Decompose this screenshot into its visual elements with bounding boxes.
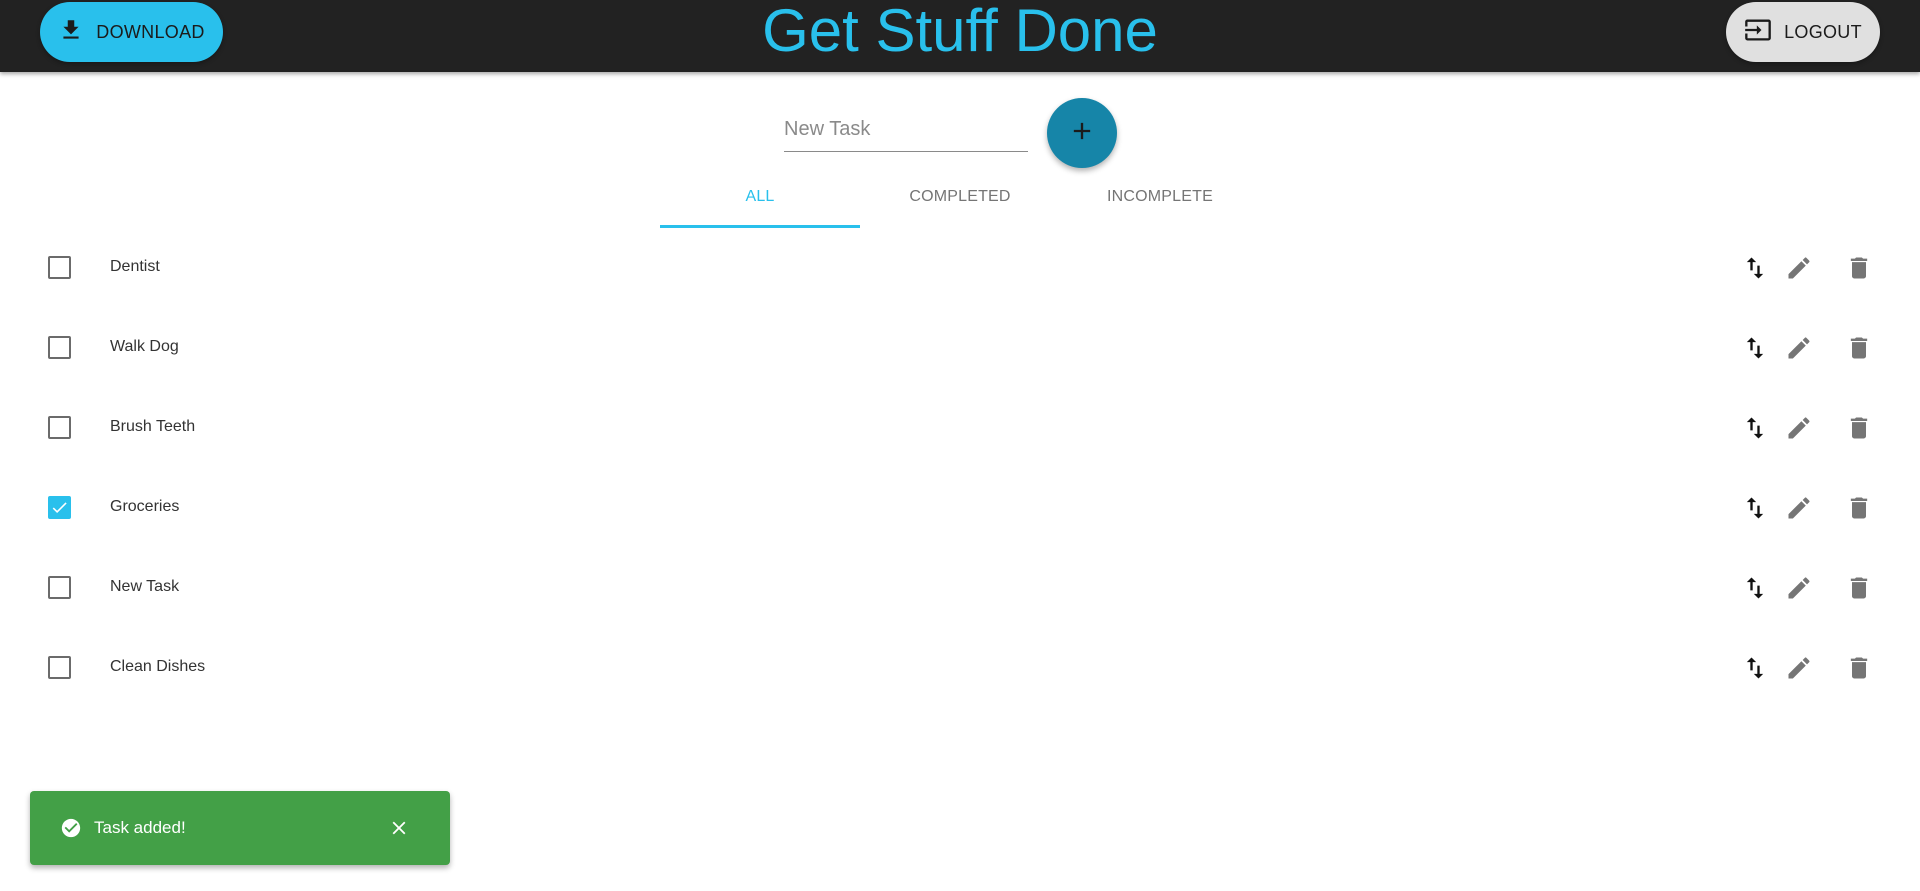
task-checkbox[interactable] <box>48 416 71 439</box>
trash-icon[interactable] <box>1845 334 1873 362</box>
check-icon <box>52 502 67 514</box>
pencil-icon[interactable] <box>1785 254 1813 282</box>
pencil-icon[interactable] <box>1785 494 1813 522</box>
app-header: DOWNLOAD Get Stuff Done LOGOUT <box>0 0 1920 72</box>
task-checkbox[interactable] <box>48 656 71 679</box>
task-label: Dentist <box>110 258 160 275</box>
close-icon[interactable] <box>388 817 410 839</box>
logout-icon <box>1744 16 1772 49</box>
task-label: New Task <box>110 578 180 595</box>
swap-vertical-icon[interactable] <box>1741 494 1769 522</box>
task-label: Clean Dishes <box>110 658 206 675</box>
list-item: Clean Dishes <box>0 628 1920 708</box>
logout-button[interactable]: LOGOUT <box>1726 2 1880 62</box>
check-circle-icon <box>60 817 82 839</box>
task-checkbox[interactable] <box>48 496 71 519</box>
task-label: Walk Dog <box>110 338 179 355</box>
list-item: New Task <box>0 548 1920 628</box>
task-checkbox[interactable] <box>48 336 71 359</box>
success-snackbar: Task added! <box>30 791 450 865</box>
pencil-icon[interactable] <box>1785 414 1813 442</box>
list-item: Groceries <box>0 468 1920 548</box>
filter-tabs: ALL COMPLETED INCOMPLETE <box>660 172 1260 228</box>
logout-label: LOGOUT <box>1784 21 1862 42</box>
list-item: Brush Teeth <box>0 388 1920 468</box>
new-task-input[interactable] <box>784 114 1028 152</box>
trash-icon[interactable] <box>1845 574 1873 602</box>
page-title: Get Stuff Done <box>762 0 1158 64</box>
swap-vertical-icon[interactable] <box>1741 654 1769 682</box>
swap-vertical-icon[interactable] <box>1741 334 1769 362</box>
list-item: Dentist <box>0 228 1920 308</box>
plus-icon <box>1068 117 1096 150</box>
task-label: Brush Teeth <box>110 418 196 435</box>
trash-icon[interactable] <box>1845 654 1873 682</box>
add-task-button[interactable] <box>1047 98 1117 168</box>
trash-icon[interactable] <box>1845 414 1873 442</box>
tab-incomplete[interactable]: INCOMPLETE <box>1060 172 1260 228</box>
pencil-icon[interactable] <box>1785 574 1813 602</box>
task-label: Groceries <box>110 498 180 515</box>
task-checkbox[interactable] <box>48 256 71 279</box>
pencil-icon[interactable] <box>1785 654 1813 682</box>
trash-icon[interactable] <box>1845 494 1873 522</box>
trash-icon[interactable] <box>1845 254 1873 282</box>
swap-vertical-icon[interactable] <box>1741 254 1769 282</box>
list-item: Walk Dog <box>0 308 1920 388</box>
tab-all[interactable]: ALL <box>660 172 860 228</box>
task-list: Dentist Walk Dog Brush Teeth Groceries N… <box>0 228 1920 708</box>
swap-vertical-icon[interactable] <box>1741 414 1769 442</box>
snackbar-message: Task added! <box>94 818 186 837</box>
tab-completed[interactable]: COMPLETED <box>860 172 1060 228</box>
pencil-icon[interactable] <box>1785 334 1813 362</box>
swap-vertical-icon[interactable] <box>1741 574 1769 602</box>
task-checkbox[interactable] <box>48 576 71 599</box>
